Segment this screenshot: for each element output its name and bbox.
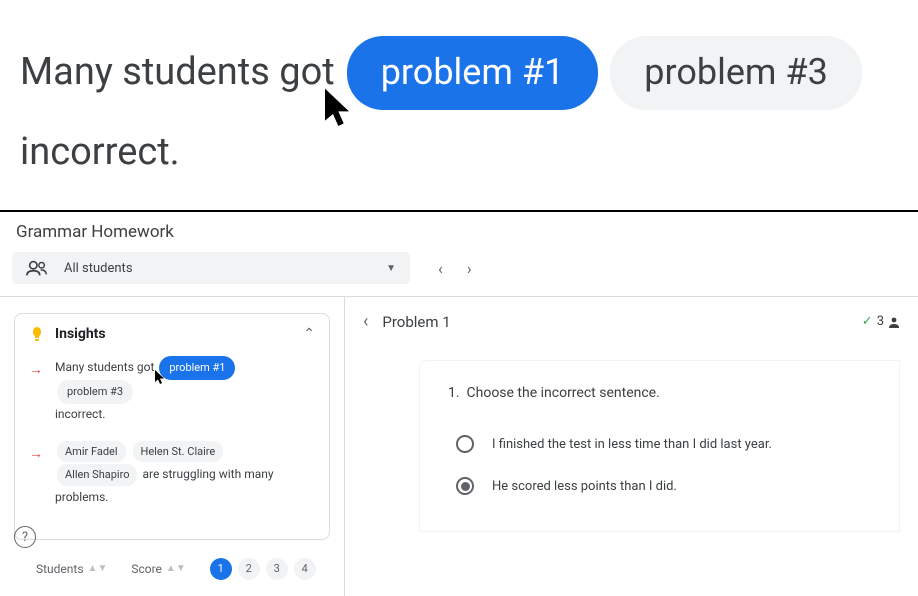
cursor-icon — [325, 88, 357, 132]
students-dropdown-label: All students — [64, 261, 133, 276]
page-title: Grammar Homework — [0, 212, 918, 252]
radio-icon — [456, 435, 474, 453]
students-dropdown[interactable]: All students ▼ — [12, 252, 410, 284]
sort-label: Students — [36, 562, 84, 576]
problem-title: Problem 1 — [382, 313, 450, 331]
hero-text-before: Many students got — [20, 42, 335, 103]
correct-count: 3 — [877, 314, 884, 329]
help-button[interactable]: ? — [14, 526, 36, 548]
option-text: I finished the test in less time than I … — [492, 437, 772, 452]
filter-bar: All students ▼ ‹ › — [0, 252, 918, 296]
hero-text-after: incorrect. — [20, 122, 180, 183]
insight-text: incorrect. — [55, 407, 105, 421]
option-text: He scored less points than I did. — [492, 479, 677, 494]
sort-icon: ▲▼ — [88, 563, 108, 574]
left-panel: Insights ⌃ → Many students got problem #… — [0, 297, 345, 595]
insight-text: Many students got — [55, 360, 154, 374]
people-icon — [26, 260, 48, 276]
insights-title: Insights — [55, 326, 106, 342]
arrow-right-icon: → — [29, 442, 43, 509]
option-row[interactable]: I finished the test in less time than I … — [448, 423, 871, 465]
page-dot-4[interactable]: 4 — [294, 558, 316, 580]
student-chip[interactable]: Helen St. Claire — [133, 441, 224, 463]
insight-row-1: → Many students got problem #1 problem #… — [29, 356, 315, 425]
page-dot-3[interactable]: 3 — [266, 558, 288, 580]
arrow-right-icon: → — [29, 358, 43, 425]
insight-chip-problem-3[interactable]: problem #3 — [57, 380, 133, 404]
back-arrow-button[interactable]: ‹ — [363, 311, 368, 332]
page-dots: 1234 — [210, 558, 316, 580]
question-text: Choose the incorrect sentence. — [467, 385, 660, 401]
students-sort-button[interactable]: Students ▲▼ — [36, 562, 107, 576]
right-panel: ‹ Problem 1 ✓ 3 1. Choose the incorrect … — [345, 297, 918, 595]
chevron-up-icon: ⌃ — [303, 326, 315, 342]
question-card: 1. Choose the incorrect sentence. I fini… — [419, 360, 900, 532]
hero-chip-problem-3[interactable]: problem #3 — [610, 36, 862, 110]
prev-arrow-button[interactable]: ‹ — [438, 259, 443, 278]
insights-toggle[interactable]: Insights ⌃ — [29, 326, 315, 342]
caret-down-icon: ▼ — [386, 263, 396, 274]
checkmark-icon: ✓ — [862, 314, 873, 329]
option-row[interactable]: He scored less points than I did. — [448, 465, 871, 507]
lightbulb-icon — [29, 326, 45, 342]
student-chip[interactable]: Allen Shapiro — [57, 464, 137, 486]
score-sort-button[interactable]: Score ▲▼ — [131, 562, 185, 576]
next-arrow-button[interactable]: › — [467, 259, 472, 278]
app-container: Grammar Homework All students ▼ ‹ › — [0, 212, 918, 569]
insight-row-2: → Amir Fadel Helen St. Claire Allen Shap… — [29, 440, 315, 509]
table-controls: Students ▲▼ Score ▲▼ 1234 — [14, 540, 330, 580]
hero-zoomed-insight: Many students got problem #1 problem #3 … — [0, 0, 918, 212]
page-dot-1[interactable]: 1 — [210, 558, 232, 580]
student-chip[interactable]: Amir Fadel — [57, 441, 126, 463]
hero-chip-problem-1[interactable]: problem #1 — [347, 36, 599, 110]
radio-icon — [456, 477, 474, 495]
question-number: 1. — [448, 385, 460, 401]
sort-label: Score — [131, 562, 162, 576]
page-dot-2[interactable]: 2 — [238, 558, 260, 580]
sort-icon: ▲▼ — [166, 563, 186, 574]
insight-chip-problem-1[interactable]: problem #1 — [159, 356, 235, 380]
person-icon — [888, 316, 900, 328]
insights-card: Insights ⌃ → Many students got problem #… — [14, 313, 330, 539]
cursor-icon — [155, 370, 167, 386]
problem-meta: ✓ 3 — [862, 314, 900, 329]
